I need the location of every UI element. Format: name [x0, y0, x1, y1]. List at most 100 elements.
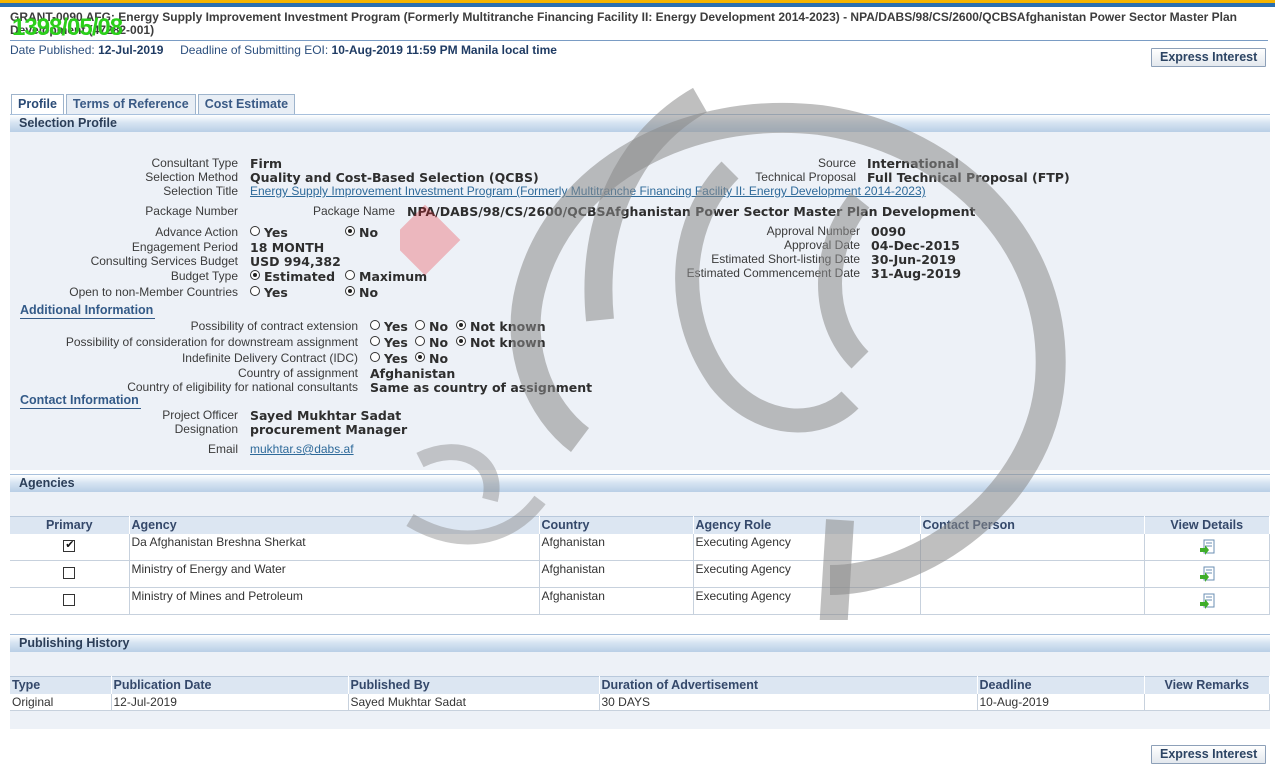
duration-cell: 30 DAYS	[599, 693, 978, 711]
engagement-period-value: 18 MONTH	[250, 240, 325, 255]
open-countries-no[interactable]: No	[345, 285, 378, 300]
agencies-table: Primary Agency Country Agency Role Conta…	[10, 516, 1270, 615]
project-officer-value: Sayed Mukhtar Sadat	[250, 408, 402, 423]
page-title: GRANT-0090 AFG: Energy Supply Improvemen…	[10, 10, 1237, 37]
budget-type-label: Budget Type	[170, 269, 238, 283]
tab-terms-of-reference[interactable]: Terms of Reference	[65, 94, 196, 114]
budget-type-estimated[interactable]: Estimated	[250, 269, 335, 284]
radio-icon	[370, 351, 380, 362]
radio-label: Yes	[264, 225, 288, 240]
idc-yes[interactable]: Yes	[370, 351, 408, 366]
designation-value: procurement Manager	[250, 422, 408, 437]
downstream-no[interactable]: No	[415, 335, 448, 350]
project-officer-label: Project Officer	[162, 408, 238, 422]
technical-proposal-value: Full Technical Proposal (FTP)	[867, 170, 1070, 185]
role-cell: Executing Agency	[693, 533, 921, 561]
column-header: Type	[10, 676, 112, 694]
primary-cell	[10, 560, 130, 588]
commencement-label: Estimated Commencement Date	[686, 266, 860, 280]
column-header: Duration of Advertisement	[599, 676, 978, 694]
primary-checkbox[interactable]	[63, 567, 76, 579]
radio-label: Estimated	[264, 269, 336, 284]
contact-information-link[interactable]: Contact Information	[20, 393, 141, 409]
package-name-label: Package Name	[312, 204, 395, 218]
agencies-panel	[10, 492, 1270, 516]
package-number-label: Package Number	[145, 204, 238, 218]
radio-icon	[415, 335, 425, 346]
primary-checkbox[interactable]	[63, 538, 76, 552]
selection-method-label: Selection Method	[145, 170, 238, 184]
selection-method-value: Quality and Cost-Based Selection (QCBS)	[250, 170, 539, 185]
selection-profile-header: Selection Profile	[10, 114, 1270, 132]
open-countries-yes[interactable]: Yes	[250, 285, 288, 300]
selection-title-link[interactable]: Energy Supply Improvement Investment Pro…	[250, 184, 926, 198]
publishing-table: Type Publication Date Published By Durat…	[10, 676, 1270, 711]
eligibility-label: Country of eligibility for national cons…	[127, 380, 358, 394]
column-header: Publication Date	[111, 676, 349, 694]
deadline-cell: 10-Aug-2019	[977, 693, 1145, 711]
extension-no[interactable]: No	[415, 319, 448, 334]
published-label: Date Published:	[10, 43, 95, 57]
view-details-icon[interactable]	[1199, 566, 1215, 582]
express-interest-button-bottom[interactable]: Express Interest	[1151, 745, 1267, 764]
remarks-cell	[1144, 693, 1270, 711]
primary-checkbox[interactable]	[63, 594, 76, 606]
budget-value: USD 994,382	[250, 254, 341, 269]
table-row: Ministry of Energy and Water Afghanistan E…	[10, 560, 1270, 588]
idc-no[interactable]: No	[415, 351, 448, 366]
radio-label: Yes	[384, 319, 408, 334]
selection-title-label: Selection Title	[163, 184, 238, 198]
budget-type-maximum[interactable]: Maximum	[345, 269, 427, 284]
designation-label: Designation	[174, 422, 238, 436]
extension-yes[interactable]: Yes	[370, 319, 408, 334]
contact-cell	[920, 560, 1145, 588]
role-cell: Executing Agency	[693, 587, 921, 615]
shortlisting-label: Estimated Short-listing Date	[711, 252, 860, 266]
extension-not-known[interactable]: Not known	[456, 319, 546, 334]
approval-number-value: 0090	[871, 224, 906, 239]
country-assignment-value: Afghanistan	[370, 366, 456, 381]
additional-information-link[interactable]: Additional Information	[20, 303, 156, 319]
column-header: Deadline	[977, 676, 1145, 694]
agency-cell: Da Afghanistan Breshna Sherkat	[129, 533, 540, 561]
primary-cell	[10, 533, 130, 561]
radio-selected-icon	[415, 351, 425, 362]
express-interest-button-top[interactable]: Express Interest	[1151, 48, 1267, 67]
approval-date-value: 04-Dec-2015	[871, 238, 960, 253]
radio-icon	[370, 319, 380, 330]
table-row: Original 12-Jul-2019 Sayed Mukhtar Sadat 30…	[10, 693, 1270, 711]
eligibility-value: Same as country of assignment	[370, 380, 593, 395]
source-value: International	[867, 156, 959, 171]
view-details-icon[interactable]	[1199, 539, 1215, 555]
view-details-icon[interactable]	[1199, 593, 1215, 609]
radio-selected-icon	[456, 335, 466, 346]
advance-action-yes[interactable]: Yes	[250, 225, 288, 240]
advance-action-no[interactable]: No	[345, 225, 378, 240]
view-details-cell	[1144, 560, 1270, 588]
radio-icon	[345, 269, 355, 280]
downstream-yes[interactable]: Yes	[370, 335, 408, 350]
view-details-cell	[1144, 533, 1270, 561]
country-cell: Afghanistan	[539, 587, 694, 615]
package-name-value: NPA/DABS/98/CS/2600/QCBSAfghanistan Powe…	[407, 204, 976, 219]
type-cell: Original	[10, 693, 112, 711]
consultant-type-value: Firm	[250, 156, 283, 171]
source-label: Source	[817, 156, 856, 170]
consultant-type-label: Consultant Type	[151, 156, 238, 170]
radio-selected-icon	[345, 285, 355, 296]
downstream-not-known[interactable]: Not known	[456, 335, 546, 350]
country-assignment-label: Country of assignment	[237, 366, 358, 380]
radio-label: No	[429, 335, 449, 350]
table-row: Da Afghanistan Breshna SherkatAfghanista…	[10, 533, 1270, 561]
agency-cell: Ministry of Energy and Water	[129, 560, 540, 588]
tab-profile[interactable]: Profile	[11, 94, 64, 114]
email-link[interactable]: mukhtar.s@dabs.af	[250, 442, 354, 456]
table-header-row: Primary Agency Country Agency Role Conta…	[10, 516, 1270, 534]
view-details-cell	[1144, 587, 1270, 615]
published-by-cell: Sayed Mukhtar Sadat	[348, 693, 600, 711]
radio-label: Yes	[264, 285, 288, 300]
radio-label: No	[359, 285, 379, 300]
header-divider	[10, 40, 1268, 41]
deadline-label: Deadline of Submitting EOI:	[180, 43, 329, 57]
tab-cost-estimate[interactable]: Cost Estimate	[197, 94, 296, 114]
